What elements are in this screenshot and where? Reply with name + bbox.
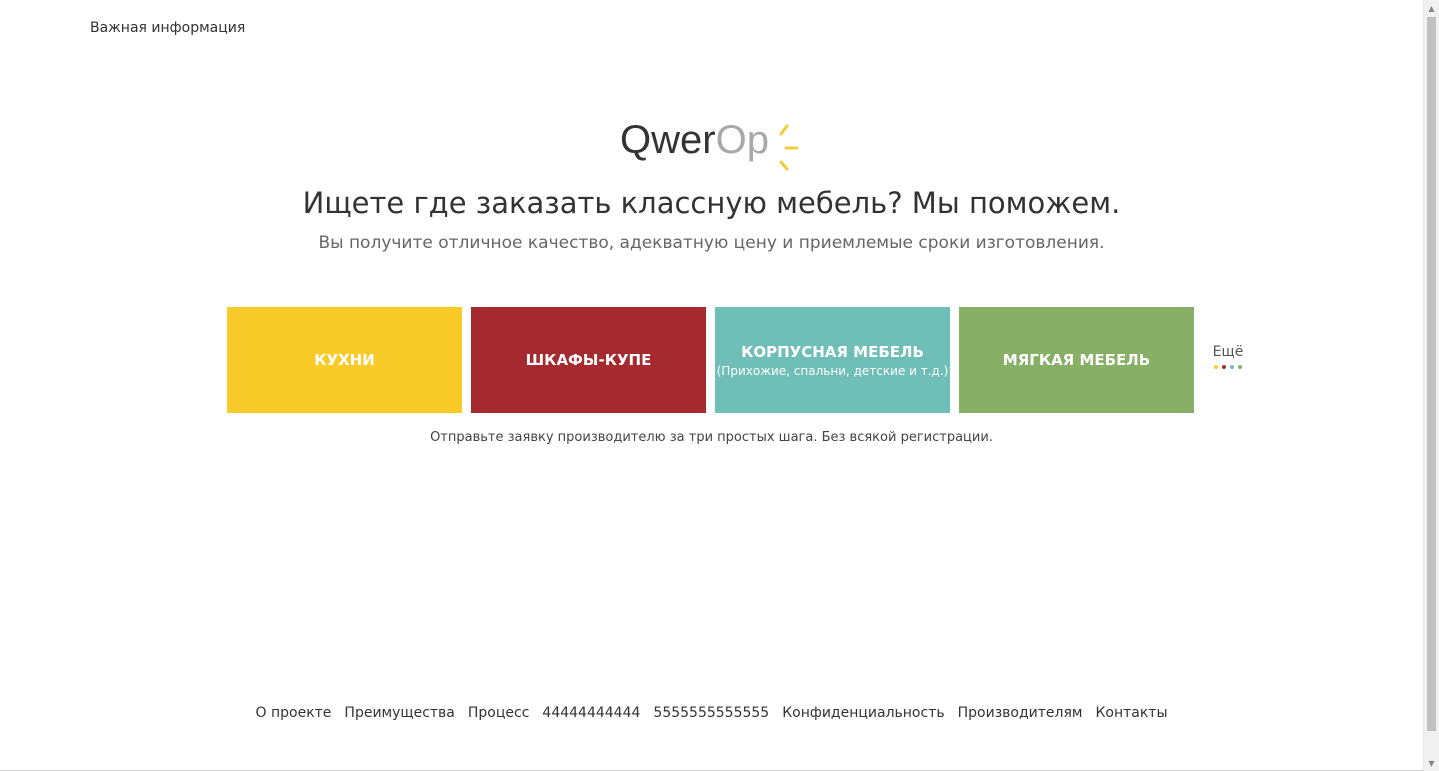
category-tile-cabinet-furniture[interactable]: КОРПУСНАЯ МЕБЕЛЬ (Прихожие, спальни, дет… xyxy=(715,307,950,413)
footer-link-contacts[interactable]: Контакты xyxy=(1095,705,1167,721)
important-info-link[interactable]: Важная информация xyxy=(90,20,245,36)
dot xyxy=(1222,365,1226,369)
dot xyxy=(1214,365,1218,369)
vertical-scrollbar[interactable]: ▲ ▼ xyxy=(1423,0,1439,771)
more-label: Ещё xyxy=(1212,344,1244,360)
steps-note: Отправьте заявку производителю за три пр… xyxy=(430,430,993,445)
footer-link-5[interactable]: 5555555555555 xyxy=(653,705,769,721)
tile-title: КОРПУСНАЯ МЕБЕЛЬ xyxy=(741,342,924,361)
logo-wordmark: Qwer Op xyxy=(620,118,803,176)
dot xyxy=(1230,365,1234,369)
footer-nav: О проекте Преимущества Процесс 444444444… xyxy=(0,705,1423,721)
tile-subtitle: (Прихожие, спальни, детские и т.д.) xyxy=(716,363,949,378)
tile-title: ШКАФЫ-КУПЕ xyxy=(525,351,652,369)
scroll-up-icon[interactable]: ▲ xyxy=(1424,0,1439,16)
tile-title: КУХНИ xyxy=(314,351,375,369)
category-tile-wardrobes[interactable]: ШКАФЫ-КУПЕ xyxy=(471,307,706,413)
sun-rays-icon xyxy=(779,124,799,171)
scroll-down-icon[interactable]: ▼ xyxy=(1424,755,1439,771)
category-tile-upholstered-furniture[interactable]: МЯГКАЯ МЕБЕЛЬ xyxy=(959,307,1194,413)
footer-link-about[interactable]: О проекте xyxy=(256,705,332,721)
hero-subline: Вы получите отличное качество, адекватну… xyxy=(318,233,1105,253)
category-tile-kitchens[interactable]: КУХНИ xyxy=(227,307,462,413)
logo-text-light: Op xyxy=(715,118,769,162)
footer-link-process[interactable]: Процесс xyxy=(468,705,530,721)
footer-link-advantages[interactable]: Преимущества xyxy=(344,705,454,721)
hero-headline: Ищете где заказать классную мебель? Мы п… xyxy=(302,186,1121,220)
footer-link-4[interactable]: 44444444444 xyxy=(542,705,640,721)
tile-title: МЯГКАЯ МЕБЕЛЬ xyxy=(1002,351,1151,369)
more-categories-button[interactable]: Ещё xyxy=(1207,344,1249,369)
scrollbar-thumb[interactable] xyxy=(1427,17,1436,731)
category-tiles: КУХНИ ШКАФЫ-КУПЕ КОРПУСНАЯ МЕБЕЛЬ (Прихо… xyxy=(227,307,1194,413)
footer-link-manufacturers[interactable]: Производителям xyxy=(958,705,1083,721)
logo-text-dark: Qwer xyxy=(620,118,716,162)
dot xyxy=(1238,365,1242,369)
logo[interactable]: Qwer Op xyxy=(0,118,1423,176)
footer-link-privacy[interactable]: Конфиденциальность xyxy=(782,705,944,721)
more-dots-icon xyxy=(1207,365,1249,369)
